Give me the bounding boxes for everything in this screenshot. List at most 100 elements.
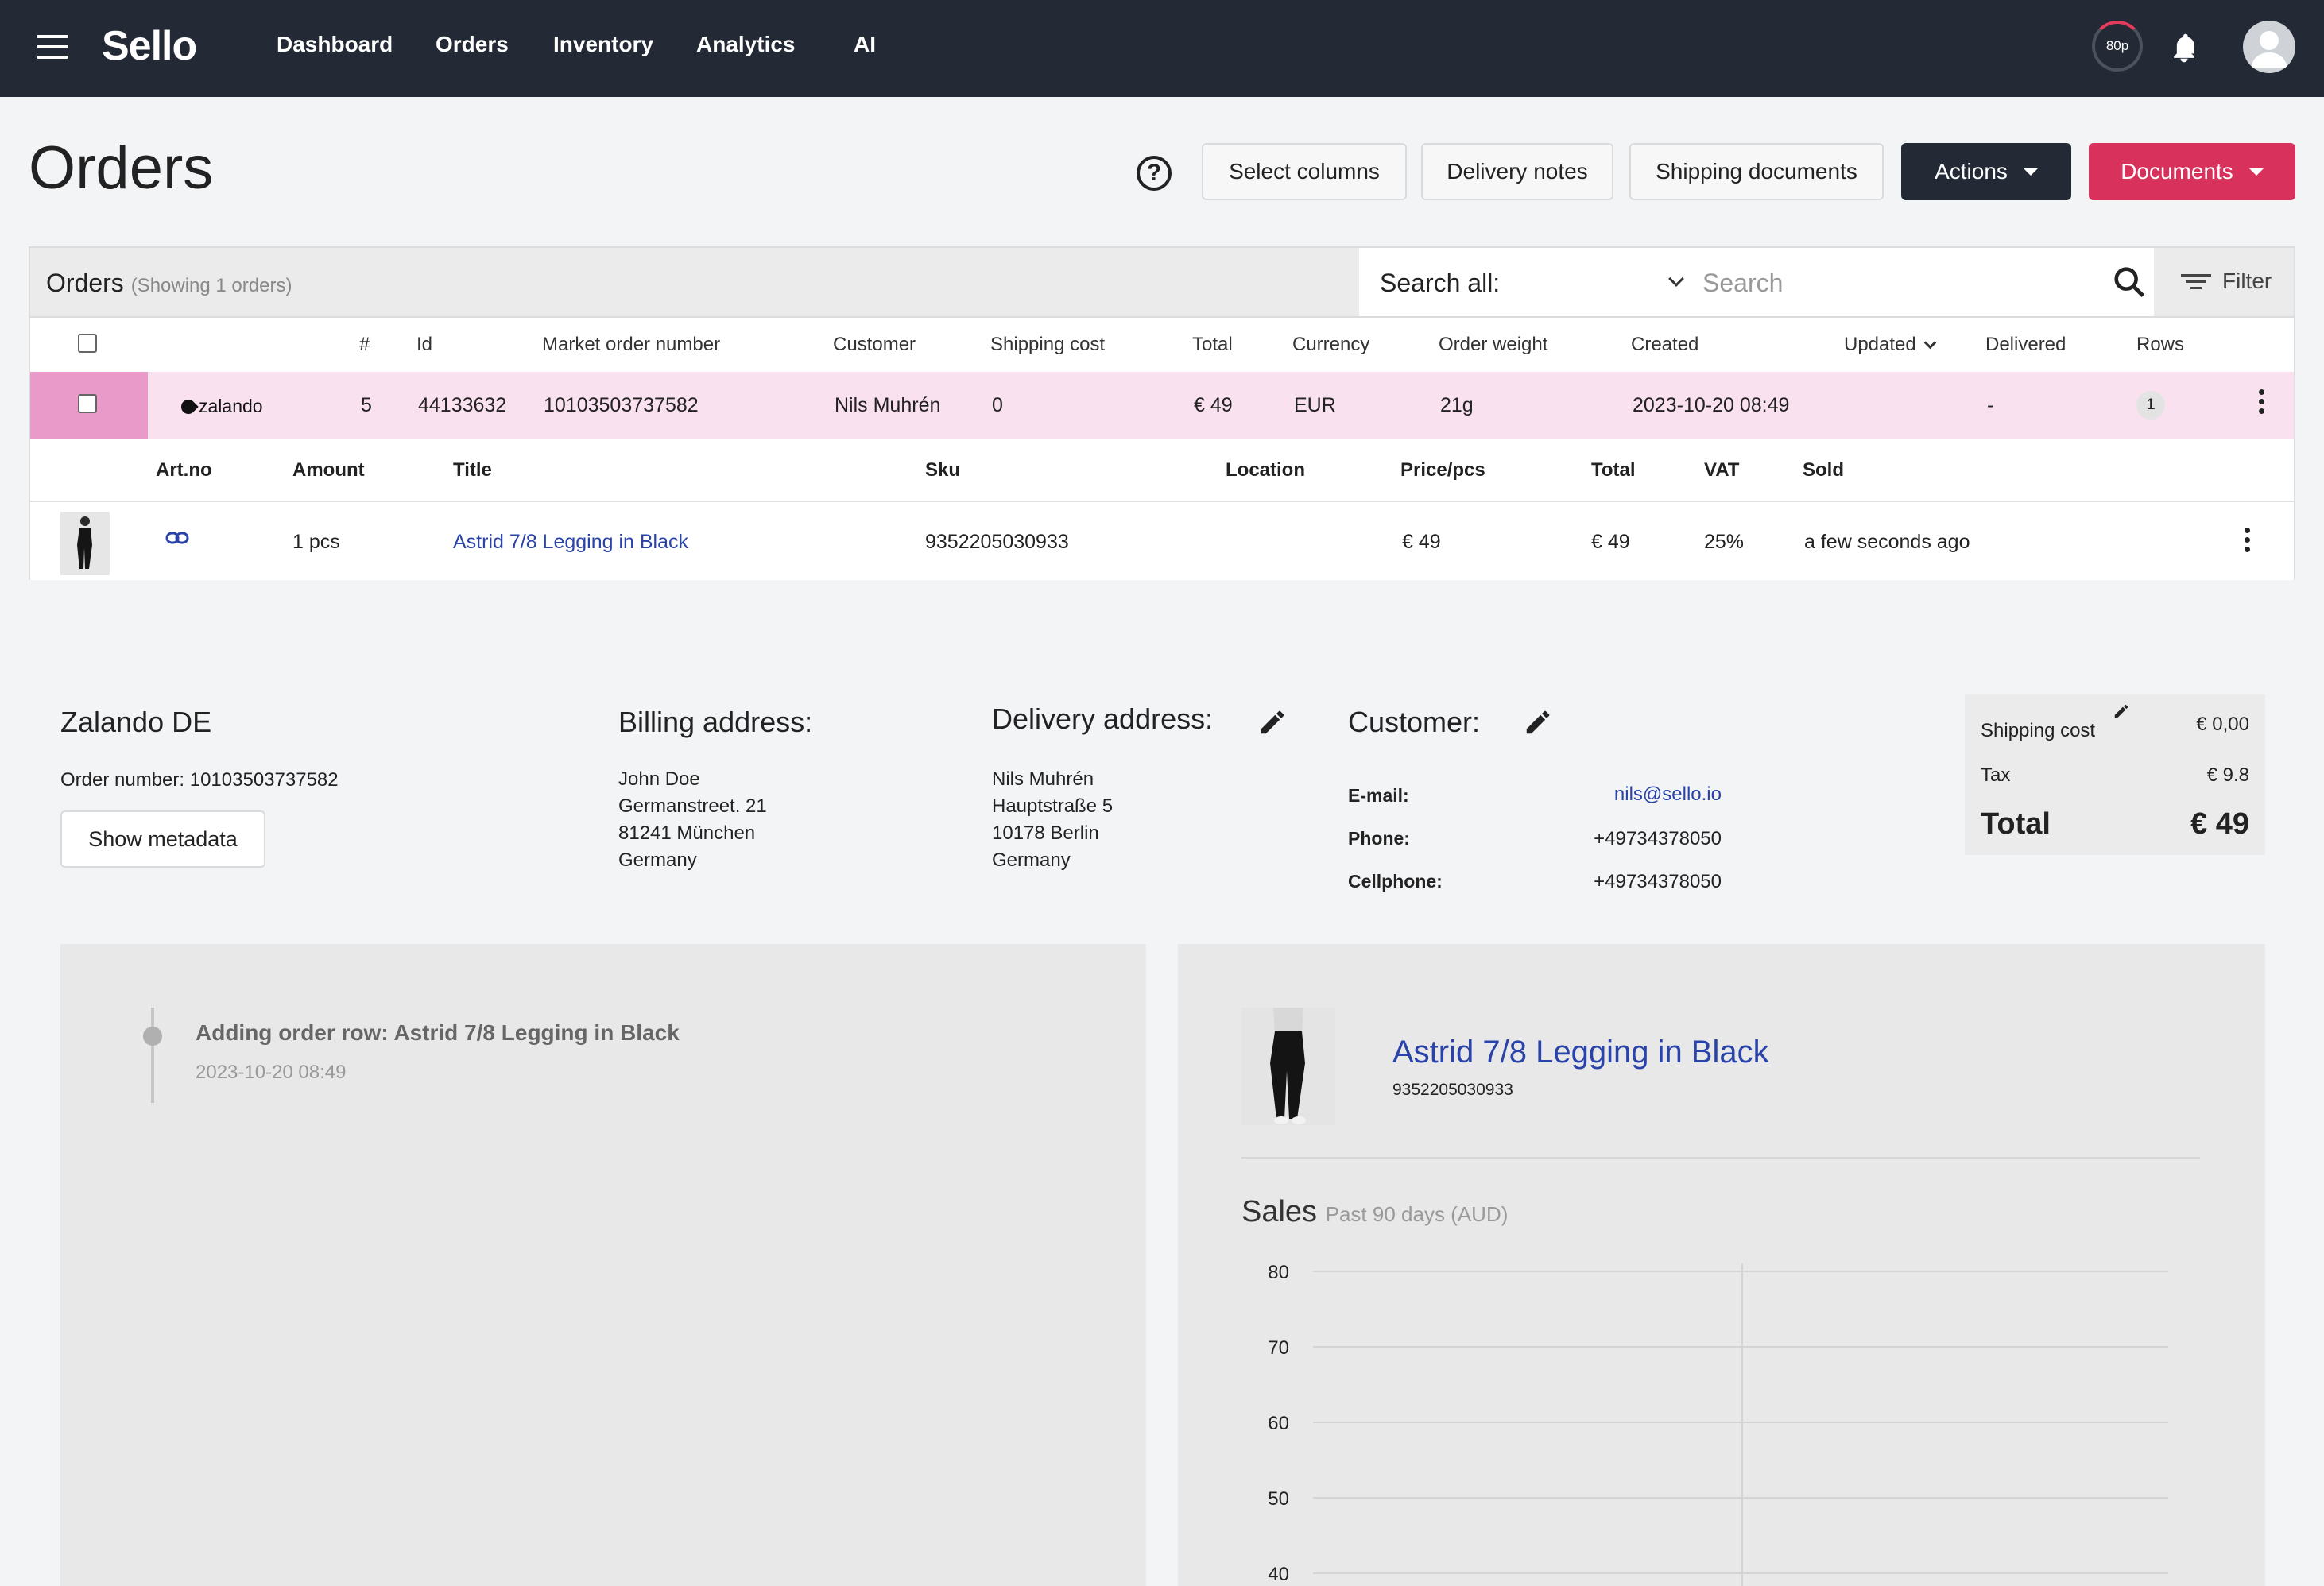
- nav-ai[interactable]: AI: [854, 32, 876, 57]
- documents-label: Documents: [2121, 159, 2233, 184]
- rows-badge: 1: [2136, 391, 2165, 420]
- nav-orders[interactable]: Orders: [436, 32, 509, 57]
- item-col-sold: Sold: [1803, 459, 1844, 481]
- sales-subtitle: Past 90 days (AUD): [1325, 1202, 1509, 1226]
- total-label: Total: [1981, 807, 2051, 841]
- select-all-checkbox[interactable]: [78, 334, 97, 353]
- product-sku: 9352205030933: [1392, 1081, 1513, 1099]
- col-shipping-cost[interactable]: Shipping cost: [990, 334, 1105, 356]
- col-rows[interactable]: Rows: [2136, 334, 2184, 356]
- edit-shipping-pencil-icon[interactable]: [2113, 702, 2130, 720]
- order-shipping-cost: 0: [992, 394, 1003, 416]
- billing-line: 81241 München: [618, 822, 756, 844]
- show-metadata-button[interactable]: Show metadata: [60, 810, 265, 868]
- col-created[interactable]: Created: [1631, 334, 1698, 356]
- shipping-documents-button[interactable]: Shipping documents: [1629, 143, 1884, 200]
- item-vat: 25%: [1704, 531, 1745, 553]
- item-col-title: Title: [453, 459, 492, 481]
- item-total: € 49: [1591, 531, 1630, 553]
- order-weight: 21g: [1440, 394, 1474, 416]
- chart-y-tick-label: 80: [1268, 1262, 1289, 1283]
- col-number[interactable]: #: [359, 334, 370, 356]
- col-updated[interactable]: Updated: [1844, 334, 1937, 356]
- item-title-link[interactable]: Astrid 7/8 Legging in Black: [453, 531, 688, 554]
- search-input[interactable]: [1702, 264, 2100, 302]
- nav-dashboard[interactable]: Dashboard: [277, 32, 393, 57]
- col-customer[interactable]: Customer: [833, 334, 916, 356]
- edit-delivery-pencil-icon[interactable]: [1257, 707, 1288, 737]
- actions-button[interactable]: Actions: [1901, 143, 2071, 200]
- order-row[interactable]: zalando 5 44133632 10103503737582 Nils M…: [30, 372, 2294, 439]
- item-price: € 49: [1402, 531, 1441, 553]
- shipping-cost-label: Shipping cost: [1981, 720, 2096, 741]
- tax-value: € 9.8: [2206, 764, 2249, 786]
- zalando-icon: [178, 396, 199, 417]
- legging-image: [60, 512, 110, 575]
- log-date: 2023-10-20 08:49: [196, 1062, 347, 1083]
- order-item-row[interactable]: 1 pcs Astrid 7/8 Legging in Black 935220…: [30, 502, 2294, 580]
- timeline-dot: [143, 1027, 162, 1046]
- divider: [1241, 1157, 2200, 1159]
- col-market-order-number[interactable]: Market order number: [542, 334, 720, 356]
- edit-customer-pencil-icon[interactable]: [1523, 707, 1553, 737]
- user-avatar[interactable]: [2243, 21, 2295, 73]
- total-value: € 49: [2190, 807, 2249, 841]
- menu-icon[interactable]: [37, 35, 68, 60]
- col-delivered[interactable]: Delivered: [1985, 334, 2066, 356]
- item-row-menu-icon[interactable]: [2245, 528, 2251, 556]
- order-customer: Nils Muhrén: [835, 394, 941, 416]
- orders-count: (Showing 1 orders): [130, 275, 292, 296]
- billing-address-title: Billing address:: [618, 706, 813, 738]
- col-currency[interactable]: Currency: [1292, 334, 1369, 356]
- delivery-notes-button[interactable]: Delivery notes: [1421, 143, 1613, 200]
- filter-label: Filter: [2222, 269, 2272, 293]
- item-col-artno: Art.no: [156, 459, 212, 481]
- nav-inventory[interactable]: Inventory: [553, 32, 653, 57]
- product-image[interactable]: [1241, 1008, 1335, 1125]
- chart-y-tick-label: 50: [1268, 1488, 1289, 1510]
- actions-label: Actions: [1935, 159, 2008, 184]
- delivery-line: 10178 Berlin: [992, 822, 1099, 844]
- customer-title: Customer:: [1348, 706, 1481, 738]
- shipping-cost-value: € 0,00: [2196, 714, 2249, 735]
- sales-chart: 80 70 60 50 40: [1268, 1262, 2168, 1586]
- search-icon[interactable]: [2111, 264, 2148, 300]
- col-id[interactable]: Id: [416, 334, 432, 356]
- filter-button[interactable]: Filter: [2181, 269, 2272, 294]
- nav-analytics[interactable]: Analytics: [696, 32, 796, 57]
- delivery-line: Nils Muhrén: [992, 768, 1094, 790]
- caret-down-icon: [2248, 168, 2264, 176]
- order-row-checkbox[interactable]: [78, 394, 97, 413]
- product-thumbnail[interactable]: [60, 512, 110, 575]
- order-row-menu-icon[interactable]: [2259, 389, 2265, 418]
- col-order-weight[interactable]: Order weight: [1439, 334, 1547, 356]
- billing-line: John Doe: [618, 768, 700, 790]
- user-icon: [2251, 31, 2287, 68]
- item-amount: 1 pcs: [292, 531, 340, 553]
- item-col-price: Price/pcs: [1400, 459, 1485, 481]
- customer-email-link[interactable]: nils@sello.io: [1483, 783, 1722, 806]
- credits-indicator[interactable]: 80p: [2092, 21, 2143, 72]
- link-icon[interactable]: [165, 531, 189, 545]
- app-logo[interactable]: Sello: [102, 22, 197, 70]
- select-columns-button[interactable]: Select columns: [1202, 143, 1407, 200]
- sort-chevron-icon: [1923, 336, 1937, 349]
- product-title-link[interactable]: Astrid 7/8 Legging in Black: [1392, 1035, 1769, 1070]
- search-scope-select[interactable]: Search all:: [1380, 269, 1500, 298]
- caret-down-icon: [2023, 168, 2038, 176]
- chevron-down-icon[interactable]: [1668, 271, 1684, 287]
- chart-y-tick-label: 70: [1268, 1337, 1289, 1359]
- bell-icon[interactable]: [2167, 29, 2202, 67]
- delivery-address-title: Delivery address:: [992, 702, 1214, 735]
- chart-y-tick-label: 40: [1268, 1564, 1289, 1585]
- item-sold: a few seconds ago: [1804, 531, 1970, 553]
- col-total[interactable]: Total: [1192, 334, 1233, 356]
- order-currency: EUR: [1294, 394, 1336, 416]
- help-icon[interactable]: ?: [1137, 156, 1172, 191]
- customer-cellphone: +49734378050: [1594, 871, 1722, 892]
- order-id: 44133632: [418, 394, 507, 416]
- sales-title-text: Sales: [1241, 1195, 1318, 1228]
- order-total: € 49: [1194, 394, 1233, 416]
- documents-button[interactable]: Documents: [2089, 143, 2295, 200]
- item-col-sku: Sku: [925, 459, 961, 481]
